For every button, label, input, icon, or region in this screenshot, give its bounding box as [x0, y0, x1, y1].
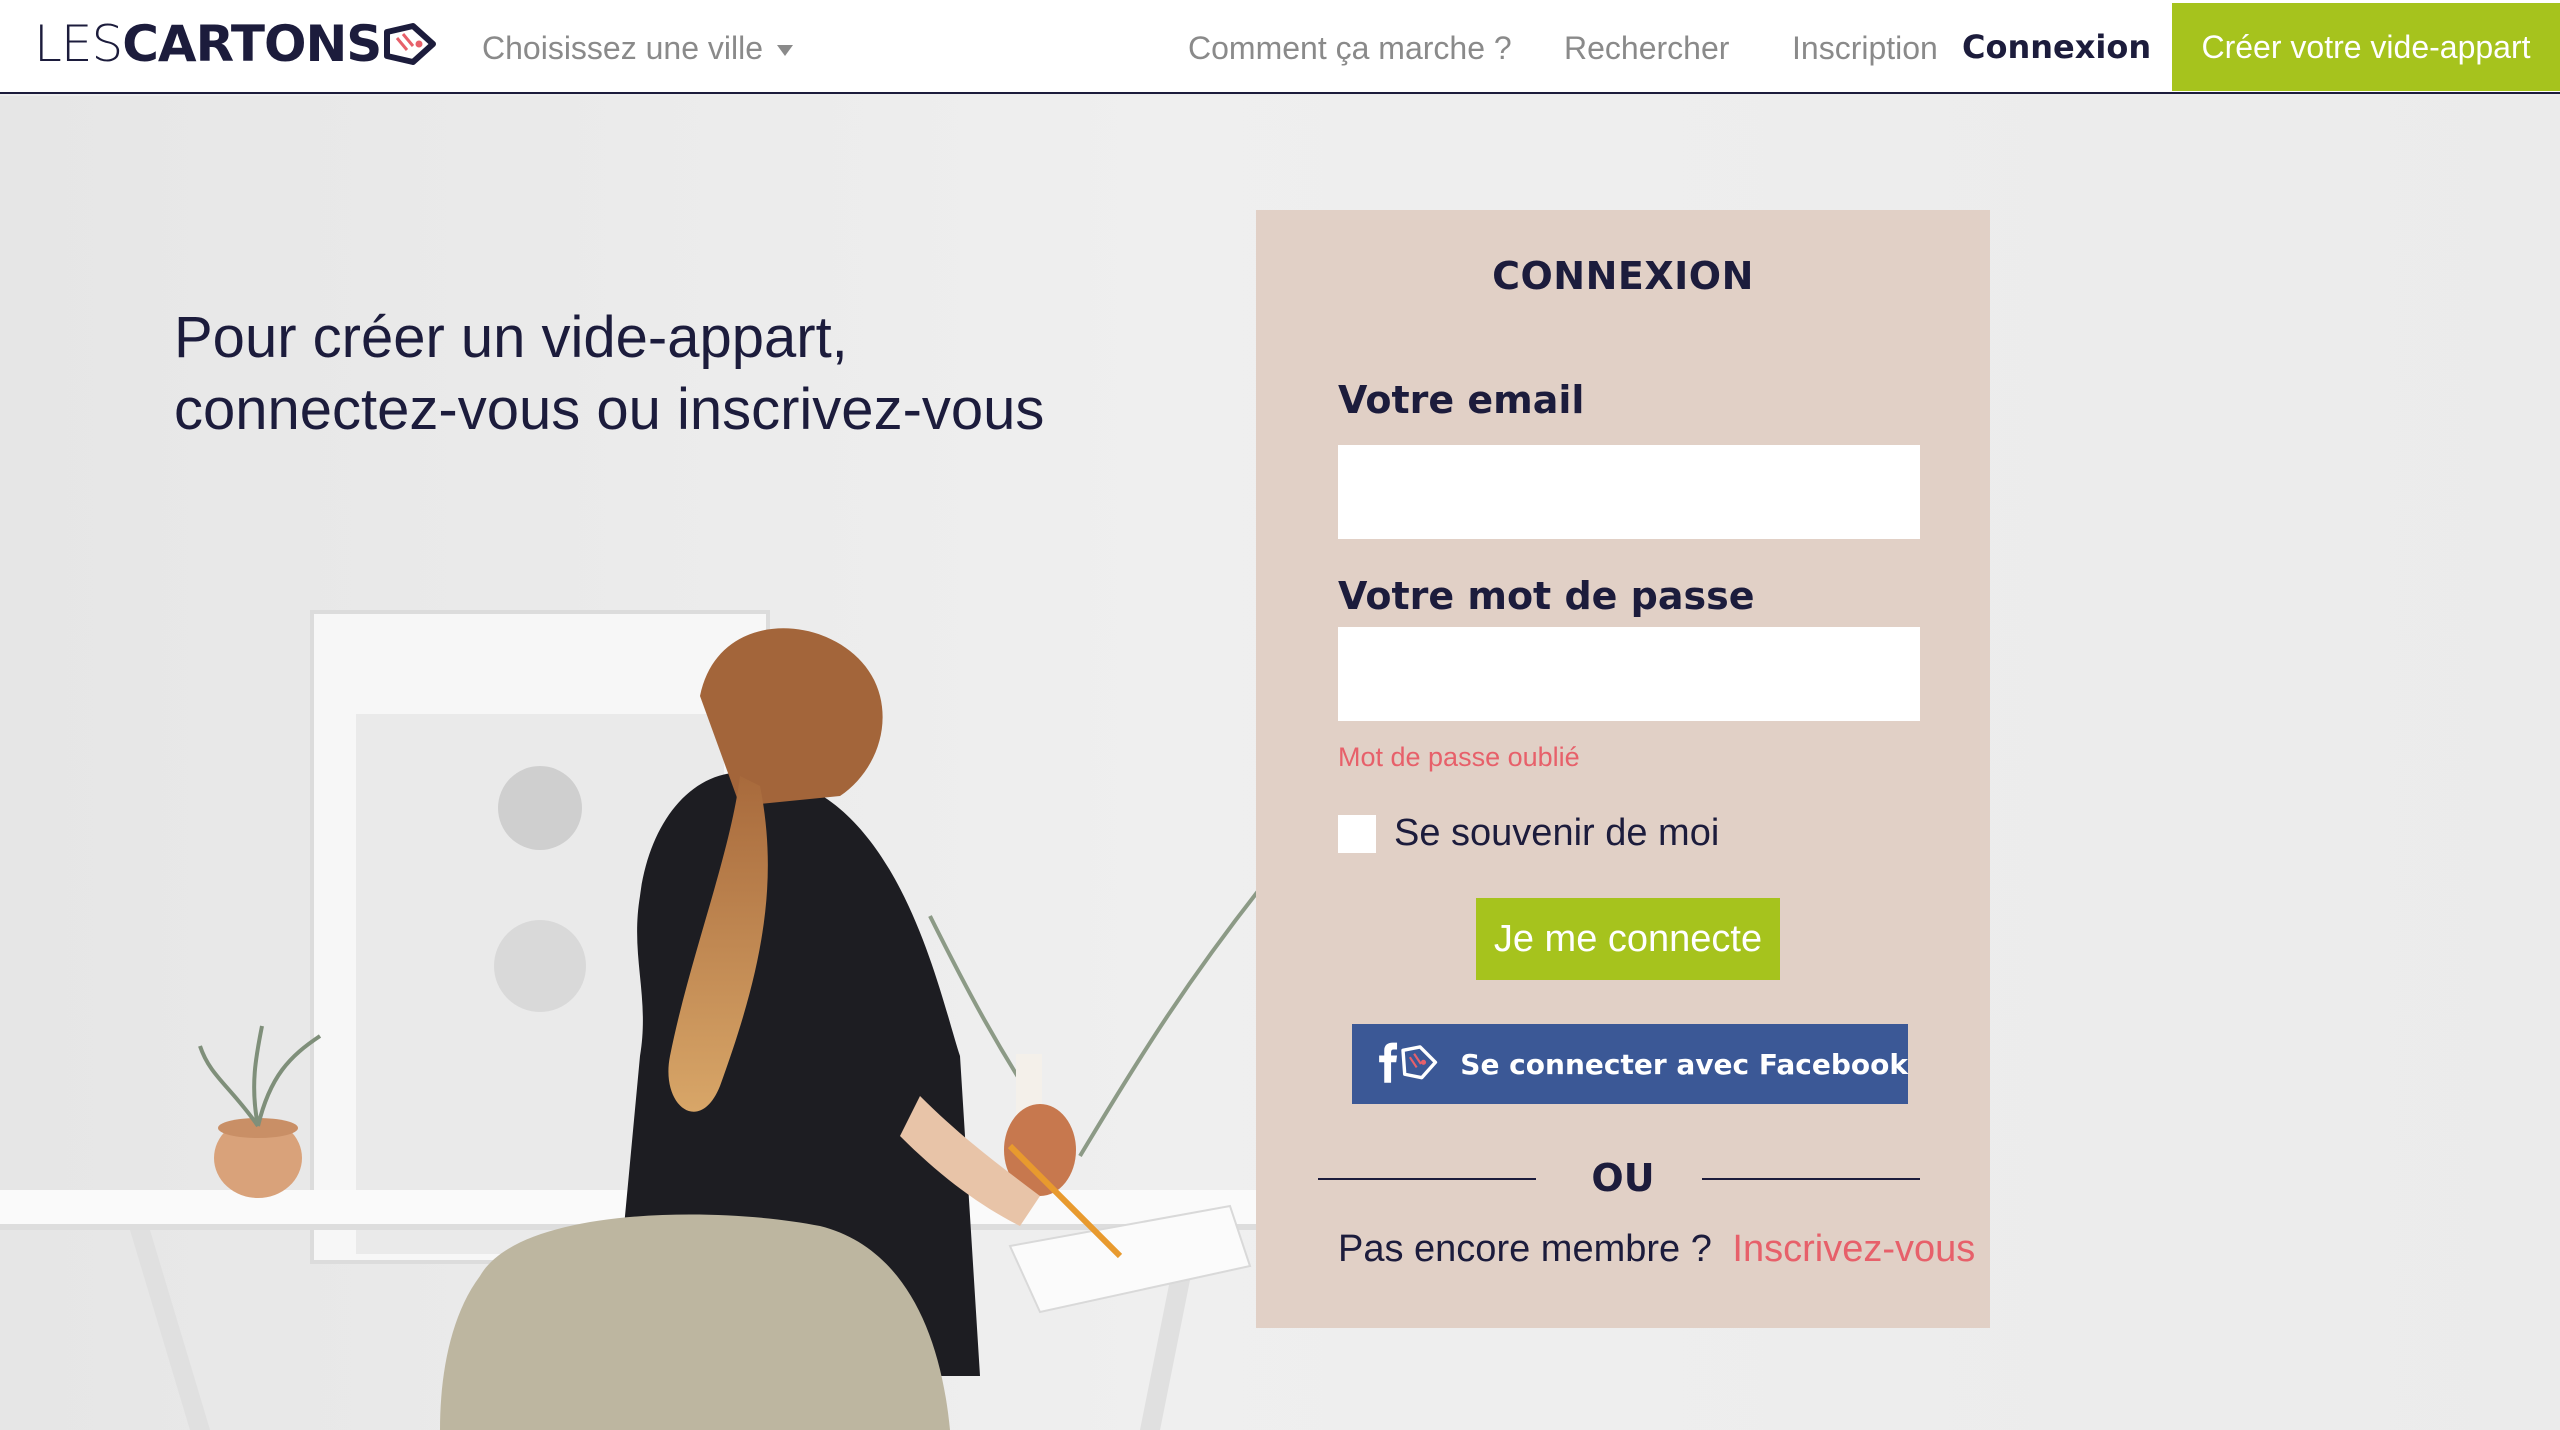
login-title: CONNEXION [1492, 254, 1754, 298]
login-card: CONNEXION Votre email Votre mot de passe… [1256, 210, 1990, 1328]
signup-row: Pas encore membre ? Inscrivez-vous [1338, 1228, 1975, 1271]
nav-rechercher[interactable]: Rechercher [1564, 30, 1729, 67]
logo-text-light: LES [34, 15, 123, 73]
divider-line-right [1702, 1178, 1920, 1180]
hero-headline-line1: Pour créer un vide-appart, [174, 305, 848, 370]
create-vide-appart-label: Créer votre vide-appart [2201, 28, 2531, 65]
site-logo[interactable]: LES CARTONS [34, 14, 437, 74]
facebook-icon [1379, 1042, 1438, 1083]
nav-inscription[interactable]: Inscription [1792, 30, 1938, 67]
remember-me-option[interactable]: Se souvenir de moi [1338, 812, 1719, 855]
forgot-password-link[interactable]: Mot de passe oublié [1338, 742, 1580, 773]
email-field[interactable] [1338, 445, 1920, 539]
signup-prompt: Pas encore membre ? [1338, 1228, 1712, 1270]
price-tag-icon [384, 23, 437, 65]
top-navbar: LES CARTONS Choisissez une ville Comment … [0, 0, 2560, 94]
password-field[interactable] [1338, 627, 1920, 721]
facebook-login-label: Se connecter avec Facebook [1460, 1047, 1908, 1081]
remember-me-checkbox[interactable] [1338, 814, 1376, 853]
create-vide-appart-button[interactable]: Créer votre vide-appart [2172, 3, 2560, 91]
email-label: Votre email [1338, 378, 1585, 422]
chevron-down-icon [777, 45, 794, 56]
remember-me-label: Se souvenir de moi [1394, 812, 1720, 854]
logo-text-bold: CARTONS [122, 15, 382, 73]
nav-comment-ca-marche[interactable]: Comment ça marche ? [1188, 30, 1512, 67]
login-button-label: Je me connecte [1493, 917, 1763, 960]
password-label: Votre mot de passe [1338, 574, 1755, 618]
hero-headline-line2: connectez-vous ou inscrivez-vous [174, 377, 1045, 442]
nav-connexion[interactable]: Connexion [1962, 28, 2151, 66]
city-select-dropdown[interactable]: Choisissez une ville [482, 30, 794, 67]
facebook-login-button[interactable]: Se connecter avec Facebook [1352, 1024, 1908, 1104]
hero-headline: Pour créer un vide-appart, connectez-vou… [174, 302, 1044, 446]
city-select-label: Choisissez une ville [482, 30, 764, 66]
login-button[interactable]: Je me connecte [1476, 898, 1780, 980]
signup-link[interactable]: Inscrivez-vous [1732, 1228, 1975, 1270]
